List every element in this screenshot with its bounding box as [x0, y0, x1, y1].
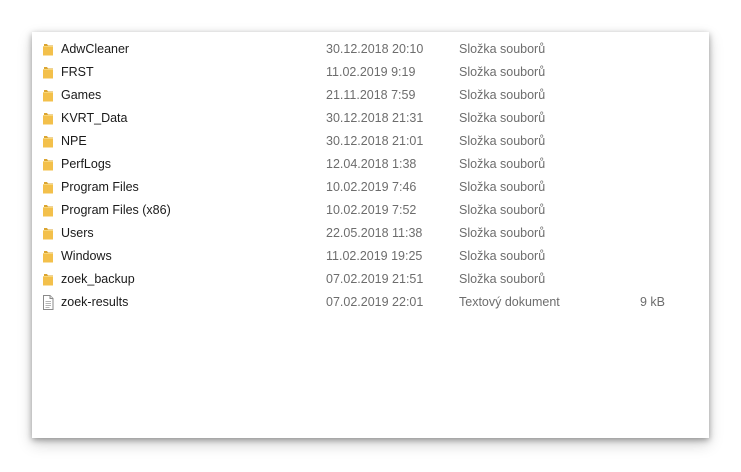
file-date-modified: 22.05.2018 11:38 [326, 226, 423, 240]
file-name: Program Files (x86) [61, 203, 171, 217]
file-type: Složka souborů [459, 203, 546, 217]
folder-icon [42, 157, 54, 172]
folder-icon [42, 88, 54, 103]
file-row[interactable]: Windows 11.02.2019 19:25 Složka souborů [32, 245, 709, 268]
file-name: KVRT_Data [61, 111, 128, 125]
explorer-window: AdwCleaner 30.12.2018 20:10 Složka souborů… [32, 32, 709, 438]
file-name: zoek_backup [61, 272, 135, 286]
folder-icon [42, 226, 54, 241]
file-date-modified: 11.02.2019 19:25 [326, 249, 423, 263]
text-document-icon [42, 295, 54, 310]
file-row[interactable]: Users 22.05.2018 11:38 Složka souborů [32, 222, 709, 245]
file-date-modified: 12.04.2018 1:38 [326, 157, 417, 171]
file-date-modified: 07.02.2019 22:01 [326, 295, 424, 309]
file-name: NPE [61, 134, 87, 148]
screenshot-stage: AdwCleaner 30.12.2018 20:10 Složka souborů… [0, 0, 741, 472]
file-type: Textový dokument [459, 295, 560, 309]
file-name: Users [61, 226, 94, 240]
folder-icon [42, 272, 54, 287]
file-row[interactable]: Games 21.11.2018 7:59 Složka souborů [32, 84, 709, 107]
file-date-modified: 10.02.2019 7:52 [326, 203, 417, 217]
file-row[interactable]: PerfLogs 12.04.2018 1:38 Složka souborů [32, 153, 709, 176]
folder-icon [42, 249, 54, 264]
file-row[interactable]: Program Files 10.02.2019 7:46 Složka soubo… [32, 176, 709, 199]
file-date-modified: 30.12.2018 21:01 [326, 134, 424, 148]
folder-icon [42, 134, 54, 149]
file-date-modified: 30.12.2018 20:10 [326, 42, 424, 56]
file-name: FRST [61, 65, 94, 79]
file-type: Složka souborů [459, 42, 546, 56]
file-type: Složka souborů [459, 134, 546, 148]
file-type: Složka souborů [459, 249, 546, 263]
file-row[interactable]: Program Files (x86) 10.02.2019 7:52 Složka… [32, 199, 709, 222]
folder-icon [42, 203, 54, 218]
file-date-modified: 07.02.2019 21:51 [326, 272, 424, 286]
file-name: Program Files [61, 180, 139, 194]
file-date-modified: 10.02.2019 7:46 [326, 180, 417, 194]
file-name: Windows [61, 249, 112, 263]
folder-icon [42, 111, 54, 126]
file-type: Složka souborů [459, 88, 546, 102]
file-type: Složka souborů [459, 65, 546, 79]
file-row[interactable]: AdwCleaner 30.12.2018 20:10 Složka souborů [32, 38, 709, 61]
file-row[interactable]: zoek_backup 07.02.2019 21:51 Složka soubor… [32, 268, 709, 291]
file-row[interactable]: zoek-results 07.02.2019 22:01 Textový doku… [32, 291, 709, 314]
folder-icon [42, 180, 54, 195]
folder-icon [42, 65, 54, 80]
file-type: Složka souborů [459, 180, 546, 194]
file-name: zoek-results [61, 295, 129, 309]
file-type: Složka souborů [459, 226, 546, 240]
file-name: Games [61, 88, 102, 102]
file-date-modified: 30.12.2018 21:31 [326, 111, 424, 125]
file-date-modified: 11.02.2019 9:19 [326, 65, 416, 79]
file-size: 9 kB [639, 295, 665, 309]
file-name: AdwCleaner [61, 42, 130, 56]
file-list: AdwCleaner 30.12.2018 20:10 Složka souborů… [32, 38, 709, 314]
file-row[interactable]: NPE 30.12.2018 21:01 Složka souborů [32, 130, 709, 153]
file-type: Složka souborů [459, 157, 546, 171]
file-row[interactable]: FRST 11.02.2019 9:19 Složka souborů [32, 61, 709, 84]
file-date-modified: 21.11.2018 7:59 [326, 88, 416, 102]
file-type: Složka souborů [459, 111, 546, 125]
file-name: PerfLogs [61, 157, 112, 171]
file-type: Složka souborů [459, 272, 546, 286]
folder-icon [42, 42, 54, 57]
file-row[interactable]: KVRT_Data 30.12.2018 21:31 Složka souborů [32, 107, 709, 130]
